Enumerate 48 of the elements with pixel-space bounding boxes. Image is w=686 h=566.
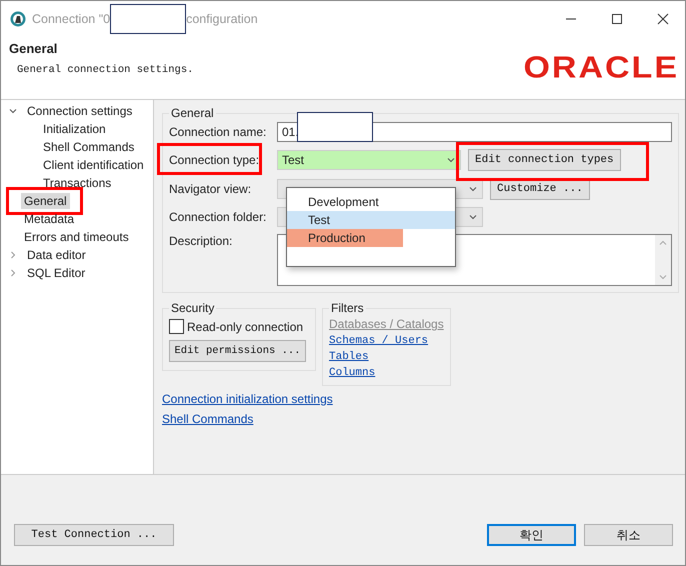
tree-item[interactable]: Client identification	[40, 157, 147, 173]
test-connection-button[interactable]: Test Connection ...	[14, 524, 174, 546]
checkbox[interactable]	[169, 319, 184, 334]
dropdown-option[interactable]: Test	[287, 211, 455, 229]
field-label: Connection name:	[169, 125, 268, 139]
cancel-button[interactable]: 취소	[584, 524, 673, 546]
settings-link[interactable]: Shell Commands	[162, 412, 254, 426]
checkbox-label[interactable]: Read-only connection	[187, 320, 304, 334]
field-label: Connection folder:	[169, 210, 268, 224]
window-title: Connection "0	[32, 12, 110, 26]
edit-connection-types-button[interactable]: Edit connection types	[468, 149, 621, 171]
group-title: General	[170, 106, 215, 120]
chevron-down-icon	[468, 184, 478, 194]
tree-item[interactable]: Initialization	[40, 121, 109, 137]
chevron-down-icon	[468, 212, 478, 222]
tree-item[interactable]: Data editor	[24, 247, 89, 263]
edit-permissions-button[interactable]: Edit permissions ...	[169, 340, 306, 362]
page-subtitle: General connection settings.	[16, 64, 194, 76]
collapse-icon[interactable]	[8, 268, 18, 278]
dropdown-option[interactable]: Development	[287, 193, 403, 211]
expand-icon[interactable]	[8, 106, 18, 116]
field-label: Connection type:	[169, 153, 260, 167]
logo: ORACLE	[523, 50, 679, 87]
filter-link[interactable]: Columns	[329, 367, 444, 379]
connection-type-dropdown[interactable]: Test	[277, 150, 461, 170]
close-icon[interactable]	[657, 12, 669, 24]
tree-item[interactable]: SQL Editor	[24, 265, 88, 281]
field-label: Description:	[169, 234, 234, 248]
collapse-icon[interactable]	[8, 250, 18, 260]
tree-item[interactable]: Transactions	[40, 175, 114, 191]
filter-link[interactable]: Tables	[329, 351, 444, 363]
tree-item[interactable]: Metadata	[21, 211, 78, 227]
app-icon	[10, 10, 26, 26]
filter-link[interactable]: Schemas / Users	[329, 335, 444, 347]
page-title: General	[9, 41, 58, 56]
group-title: Security	[170, 301, 216, 315]
tree-item[interactable]: Shell Commands	[40, 139, 138, 155]
group-title: Filters	[330, 301, 365, 315]
tree-item[interactable]: Errors and timeouts	[21, 229, 132, 245]
field-label: Navigator view:	[169, 182, 252, 196]
ok-button[interactable]: 확인	[487, 524, 576, 546]
chevron-down-icon	[446, 155, 456, 165]
window-title: configuration	[186, 12, 258, 26]
tree-item[interactable]: General	[21, 193, 70, 209]
dropdown-option[interactable]: Production	[287, 229, 403, 247]
tree-item[interactable]: Connection settings	[24, 103, 136, 119]
maximize-icon[interactable]	[611, 12, 623, 24]
settings-link[interactable]: Connection initialization settings	[162, 392, 333, 406]
